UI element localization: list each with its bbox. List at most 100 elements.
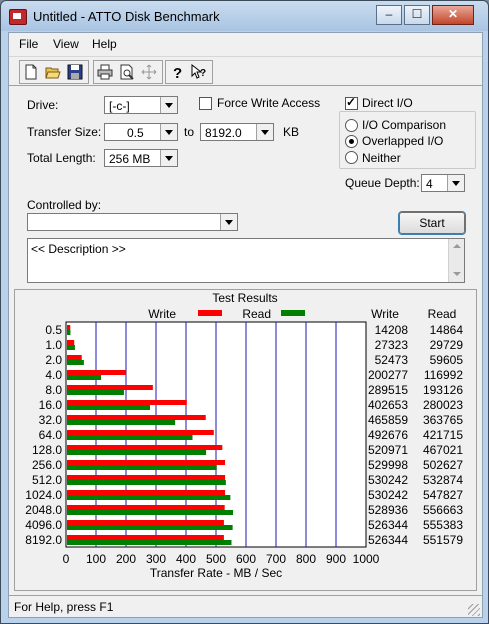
read-value: 29729 [430, 338, 464, 352]
read-value: 467021 [423, 443, 463, 457]
description-textarea[interactable]: << Description >> [27, 238, 465, 283]
menu-view[interactable]: View [53, 37, 79, 51]
read-legend-label: Read [242, 307, 271, 321]
neither-radio[interactable] [345, 151, 358, 164]
print-icon[interactable] [94, 61, 116, 83]
read-bar [67, 390, 124, 395]
new-icon[interactable] [20, 61, 42, 83]
write-value: 200277 [368, 368, 408, 382]
read-value: 555383 [423, 518, 463, 532]
neither-label: Neither [362, 151, 401, 165]
total-length-select[interactable]: 256 MB [104, 149, 178, 167]
x-tick-label: 600 [236, 552, 256, 566]
category-label: 16.0 [39, 398, 63, 412]
drive-select[interactable]: [-c-] [104, 96, 178, 114]
toolbar: ? ? [9, 56, 482, 86]
write-value: 52473 [375, 353, 409, 367]
client-area: File View Help ? ? Drive: [-c-] Force Wr… [8, 32, 483, 618]
chevron-down-icon[interactable] [160, 150, 177, 166]
write-value: 528936 [368, 503, 408, 517]
start-button[interactable]: Start [398, 211, 466, 235]
read-bar [67, 405, 151, 410]
read-bar [67, 480, 226, 485]
title-bar[interactable]: Untitled - ATTO Disk Benchmark – ☐ ✕ [1, 1, 488, 31]
svg-text:?: ? [200, 68, 206, 79]
category-label: 0.5 [45, 323, 62, 337]
print-preview-icon[interactable] [116, 61, 138, 83]
write-bar [67, 460, 225, 465]
read-value: 532874 [423, 473, 463, 487]
force-write-label: Force Write Access [217, 96, 321, 110]
write-value: 27323 [375, 338, 409, 352]
category-label: 128.0 [32, 443, 62, 457]
x-axis-label: Transfer Rate - MB / Sec [150, 566, 282, 580]
svg-text:?: ? [173, 65, 182, 80]
write-value: 530242 [368, 488, 408, 502]
move-icon [138, 61, 160, 83]
write-bar [67, 490, 226, 495]
io-comparison-label: I/O Comparison [362, 118, 447, 132]
category-label: 512.0 [32, 473, 62, 487]
scroll-up-icon[interactable] [449, 239, 464, 254]
read-bar [67, 525, 233, 530]
total-length-value: 256 MB [109, 152, 151, 166]
controlled-by-label: Controlled by: [27, 198, 102, 212]
read-bar [67, 375, 102, 380]
scroll-down-icon[interactable] [449, 267, 464, 282]
force-write-checkbox[interactable] [199, 97, 212, 110]
transfer-size-to-select[interactable]: 8192.0 [200, 123, 274, 141]
direct-io-checkbox[interactable] [345, 95, 358, 110]
x-tick-label: 100 [86, 552, 106, 566]
read-value: 502627 [423, 458, 463, 472]
chevron-down-icon[interactable] [256, 124, 273, 140]
context-help-icon[interactable]: ? [188, 61, 210, 83]
menu-help[interactable]: Help [92, 37, 117, 51]
write-value: 492676 [368, 428, 408, 442]
chevron-down-icon[interactable] [160, 97, 177, 113]
results-title: Test Results [212, 291, 277, 305]
write-bar [67, 400, 187, 405]
read-value: 551579 [423, 533, 463, 547]
app-window: Untitled - ATTO Disk Benchmark – ☐ ✕ Fil… [0, 0, 489, 624]
help-icon[interactable]: ? [166, 61, 188, 83]
write-column-header: Write [371, 307, 399, 321]
description-scrollbar[interactable] [448, 239, 464, 282]
close-button[interactable]: ✕ [432, 5, 474, 25]
save-icon[interactable] [64, 61, 86, 83]
transfer-size-from-select[interactable]: 0.5 [104, 123, 178, 141]
write-bar [67, 385, 153, 390]
queue-depth-select[interactable]: 4 [421, 174, 465, 192]
read-bar [67, 465, 217, 470]
write-legend-label: Write [148, 307, 176, 321]
write-bar [67, 355, 82, 360]
kb-label: KB [283, 125, 300, 139]
io-comparison-radio[interactable] [345, 119, 358, 132]
read-value: 193126 [423, 383, 463, 397]
write-value: 520971 [368, 443, 408, 457]
minimize-button[interactable]: – [376, 5, 402, 25]
toolbar-help-group: ? ? [165, 60, 213, 84]
read-column-header: Read [428, 307, 457, 321]
chevron-down-icon[interactable] [447, 175, 464, 191]
controlled-by-select[interactable] [27, 213, 238, 231]
category-label: 4.0 [45, 368, 62, 382]
read-value: 421715 [423, 428, 463, 442]
x-tick-label: 1000 [353, 552, 380, 566]
resize-grip-icon[interactable] [468, 604, 480, 616]
read-value: 280023 [423, 398, 463, 412]
open-icon[interactable] [42, 61, 64, 83]
description-text: << Description >> [31, 242, 126, 256]
write-bar [67, 340, 75, 345]
menu-file[interactable]: File [19, 37, 38, 51]
chevron-down-icon[interactable] [160, 124, 177, 140]
toolbar-print-group [93, 60, 163, 84]
transfer-to-value: 8192.0 [205, 126, 242, 140]
maximize-button[interactable]: ☐ [404, 5, 430, 25]
read-value: 556663 [423, 503, 463, 517]
write-value: 14208 [375, 323, 409, 337]
overlapped-io-label: Overlapped I/O [362, 134, 444, 148]
overlapped-io-radio[interactable] [345, 135, 358, 148]
menu-bar: File View Help [9, 33, 482, 55]
chevron-down-icon[interactable] [220, 214, 237, 230]
drive-value: [-c-] [109, 99, 130, 113]
